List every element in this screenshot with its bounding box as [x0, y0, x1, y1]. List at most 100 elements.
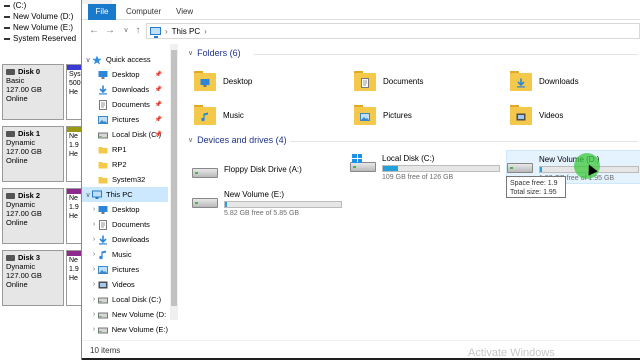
address-bar[interactable]: › This PC ›	[146, 23, 640, 39]
downloads-icon	[98, 85, 108, 95]
documents-icon	[360, 78, 370, 88]
recent-chevron-icon[interactable]: ∨	[120, 25, 132, 37]
expand-chevron-icon[interactable]: ∨	[84, 191, 92, 199]
folder-tile[interactable]: Downloads	[510, 66, 579, 96]
nav-item[interactable]: ∨ This PC	[82, 187, 168, 202]
nav-item[interactable]: › Downloads	[82, 232, 168, 247]
nav-item[interactable]: › Local Disk (C:)	[82, 292, 168, 307]
partition-label: Ne	[69, 133, 78, 140]
expand-chevron-icon[interactable]: ∨	[84, 56, 92, 64]
expand-chevron-icon[interactable]: ›	[90, 326, 98, 333]
breadcrumb-this-pc[interactable]: This PC	[172, 27, 200, 36]
nav-item[interactable]: RP2	[82, 157, 168, 172]
back-arrow-icon[interactable]: ←	[88, 25, 100, 37]
folder-tile[interactable]: Desktop	[194, 66, 252, 96]
tab-file[interactable]: File	[88, 4, 116, 20]
expand-chevron-icon[interactable]: ›	[90, 296, 98, 303]
forward-arrow-icon[interactable]: →	[104, 25, 116, 37]
documents-icon	[98, 100, 108, 110]
drives-group-header[interactable]: ∨ Devices and drives (4)	[188, 135, 287, 145]
nav-item[interactable]: › Music	[82, 247, 168, 262]
drive-usage-fill	[383, 166, 399, 171]
disk-row[interactable]: Disk 3 Dynamic 127.00 GB Online Ne 1.9 H…	[0, 250, 81, 306]
folder-tile[interactable]: Music	[194, 100, 244, 130]
nav-item-label: Quick access	[106, 55, 151, 64]
downloads-icon	[516, 78, 526, 88]
partition-size: 1.9	[69, 204, 79, 211]
folder-tile[interactable]: Videos	[510, 100, 563, 130]
nav-item[interactable]: Downloads 📌	[82, 82, 168, 97]
folder-icon	[98, 175, 108, 184]
nav-scrollbar-thumb[interactable]	[171, 50, 177, 306]
expand-chevron-icon[interactable]: ›	[90, 236, 98, 243]
volume-row[interactable]: New Volume (E:)	[4, 22, 81, 33]
nav-item[interactable]: › New Volume (D:	[82, 307, 168, 322]
breadcrumb-separator-icon[interactable]: ›	[165, 27, 168, 36]
disk-row[interactable]: Disk 0 Basic 127.00 GB Online Sys 500 He	[0, 64, 81, 120]
folders-group-header[interactable]: ∨ Folders (6)	[188, 48, 241, 58]
collapse-chevron-icon[interactable]: ∨	[188, 136, 193, 144]
volume-row[interactable]: (C:)	[4, 0, 81, 11]
status-bar: 10 items	[82, 340, 640, 360]
drive-tile[interactable]: Local Disk (C:) 109 GB free of 126 GB	[350, 150, 510, 184]
expand-chevron-icon[interactable]: ›	[90, 281, 98, 288]
expand-chevron-icon[interactable]: ›	[90, 206, 98, 213]
nav-item[interactable]: System32	[82, 172, 168, 187]
nav-item[interactable]: Documents 📌	[82, 97, 168, 112]
disk-info[interactable]: Disk 1 Dynamic 127.00 GB Online	[2, 126, 64, 182]
disk-info[interactable]: Disk 0 Basic 127.00 GB Online	[2, 64, 64, 120]
folder-tile[interactable]: Documents	[354, 66, 423, 96]
disk-info[interactable]: Disk 3 Dynamic 127.00 GB Online	[2, 250, 64, 306]
folder-tile[interactable]: Pictures	[354, 100, 412, 130]
pin-icon: 📌	[154, 102, 162, 108]
drive-tile[interactable]: Floppy Disk Drive (A:)	[192, 156, 352, 190]
tab-computer[interactable]: Computer	[118, 4, 169, 20]
breadcrumb-separator-icon[interactable]: ›	[204, 27, 207, 36]
expand-chevron-icon[interactable]: ›	[90, 311, 98, 318]
expand-chevron-icon[interactable]: ›	[90, 221, 98, 228]
partition-block[interactable]: Ne 1.9 He	[66, 188, 81, 244]
nav-item[interactable]: Pictures 📌	[82, 112, 168, 127]
nav-item[interactable]: Local Disk (C:) 📌	[82, 127, 168, 142]
nav-item[interactable]: ∨ Quick access	[82, 52, 168, 67]
drive-usage-bar	[382, 165, 500, 172]
nav-item[interactable]: › Pictures	[82, 262, 168, 277]
disk-info[interactable]: Disk 2 Dynamic 127.00 GB Online	[2, 188, 64, 244]
nav-item-label: Videos	[112, 280, 135, 289]
folder-icon	[510, 103, 532, 127]
nav-scrollbar[interactable]	[170, 44, 178, 320]
partition-block[interactable]: Sys 500 He	[66, 64, 81, 120]
expand-chevron-icon[interactable]: ›	[90, 251, 98, 258]
nav-item[interactable]: › Desktop	[82, 202, 168, 217]
pc-icon	[150, 27, 161, 38]
drive-name: New Volume (E:)	[224, 190, 285, 199]
pin-icon: 📌	[154, 87, 162, 93]
folder-label: Pictures	[383, 110, 412, 120]
volume-label: New Volume (D:)	[13, 12, 74, 21]
folder-icon	[510, 69, 532, 93]
volume-row[interactable]: New Volume (D:)	[4, 11, 81, 22]
documents-icon	[98, 220, 108, 230]
partition-block[interactable]: Ne 1.9 He	[66, 250, 81, 306]
folder-icon	[354, 69, 376, 93]
partition-status: He	[69, 275, 78, 282]
address-row: ← → ∨ ↑ › This PC ›	[82, 20, 640, 42]
nav-item[interactable]: › Videos	[82, 277, 168, 292]
collapse-chevron-icon[interactable]: ∨	[188, 49, 193, 57]
disk-row[interactable]: Disk 1 Dynamic 127.00 GB Online Ne 1.9 H…	[0, 126, 81, 182]
drive-tile[interactable]: New Volume (E:) 5.82 GB free of 5.85 GB	[192, 186, 352, 220]
partition-block[interactable]: Ne 1.9 He	[66, 126, 81, 182]
nav-item[interactable]: Desktop 📌	[82, 67, 168, 82]
desktop-icon	[98, 205, 108, 214]
volume-bar-icon	[4, 26, 10, 29]
tooltip-space-free: Space free: 1.9	[510, 180, 558, 187]
nav-item[interactable]: RP1	[82, 142, 168, 157]
disk-row[interactable]: Disk 2 Dynamic 127.00 GB Online Ne 1.9 H…	[0, 188, 81, 244]
volume-row[interactable]: System Reserved	[4, 33, 81, 44]
expand-chevron-icon[interactable]: ›	[90, 266, 98, 273]
tab-view[interactable]: View	[168, 4, 201, 20]
nav-item[interactable]: › Documents	[82, 217, 168, 232]
up-arrow-icon[interactable]: ↑	[132, 25, 144, 37]
partition-size: 1.9	[69, 142, 79, 149]
nav-item[interactable]: › New Volume (E:)	[82, 322, 168, 337]
